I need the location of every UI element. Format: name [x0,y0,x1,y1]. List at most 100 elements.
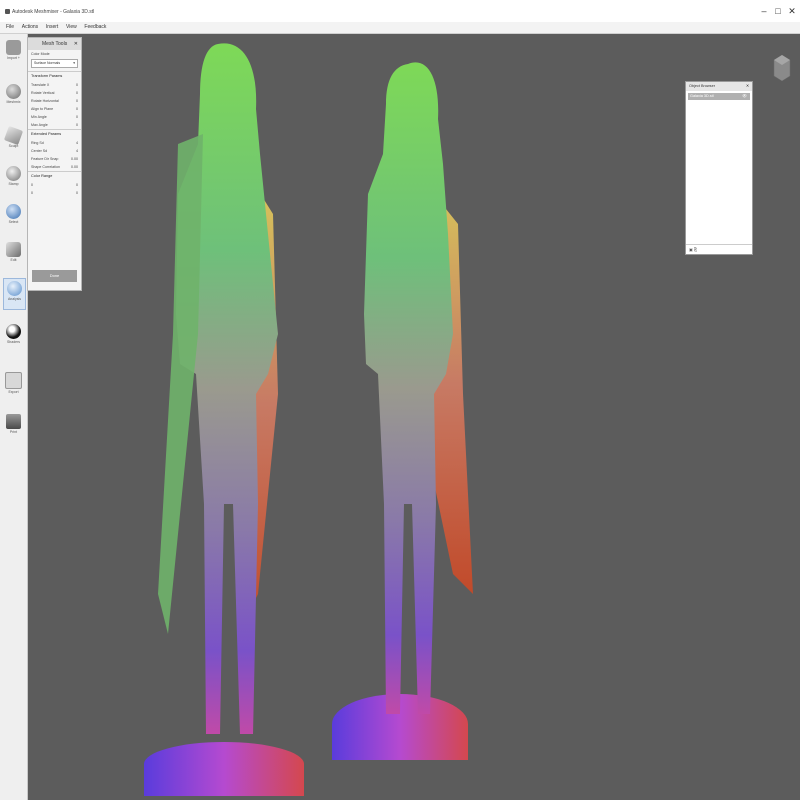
color-mode-select[interactable]: Surface Normals ▾ [31,59,78,68]
param-value[interactable]: 0 [76,121,78,129]
tool-meshmix[interactable]: Meshmix [3,82,24,112]
param-label: Ring Sd [31,141,44,145]
param-value[interactable]: 0 [76,89,78,97]
param-label: Rotate Horizontal [31,99,59,103]
done-button[interactable]: Done [32,270,77,282]
param-label: 0 [31,191,33,195]
param-label: Center Sd [31,149,48,153]
tool-label: Export [8,390,19,394]
model-left [144,43,304,796]
color-mode-value: Surface Normals [34,61,61,65]
tool-label: Analysis [7,297,22,301]
param-row[interactable]: Align to Plane 0 [28,105,81,113]
maximize-button[interactable]: □ [771,6,785,16]
tool-select[interactable]: Select [3,202,24,232]
tool-print[interactable]: Print [3,412,24,442]
print-icon [6,414,21,429]
tool-export[interactable]: Export [3,370,24,400]
param-row[interactable]: Translate X 0 [28,81,81,89]
edit-icon [6,242,21,257]
panel-close-button[interactable]: ✕ [74,38,78,50]
shaders-icon [6,324,21,339]
param-label: 0 [31,183,33,187]
section-title: Extended Params [28,129,81,139]
object-browser-close-button[interactable]: ✕ [746,82,749,91]
param-row[interactable]: 00 [28,189,81,197]
param-label: Rotate Vertical [31,91,55,95]
object-name: Galaxia 3D.stl [690,94,714,98]
tool-label: Select [8,220,19,224]
panel-header: Mesh Tools ✕ [28,38,81,50]
tool-label: Meshmix [6,100,21,104]
tool-label: Sculpt [8,144,19,148]
tool-import[interactable]: Import + [3,38,24,68]
tool-analysis[interactable]: Analysis [3,278,26,310]
param-label: Max Angle [31,123,48,127]
section-title: Transform Params [28,71,81,81]
object-browser-header: Object Browser ✕ [686,82,752,91]
param-value[interactable]: 0 [76,97,78,105]
menu-file[interactable]: File [6,22,14,33]
list-item[interactable]: Galaxia 3D.stl 👁 [688,93,750,100]
tool-label: Stamp [8,182,19,186]
tool-sculpt[interactable]: Sculpt [3,125,24,156]
tool-shaders[interactable]: Shaders [3,322,24,352]
close-button[interactable]: ✕ [785,6,799,16]
param-label: Min Angle [31,115,47,119]
param-label: Align to Plane [31,107,54,111]
panel-title: Mesh Tools [42,41,68,47]
param-value[interactable]: 0 [76,81,78,89]
param-value[interactable]: 0 [76,189,78,197]
menu-bar: File Actions Insert View Feedback [0,22,800,34]
menu-feedback[interactable]: Feedback [84,22,106,33]
sleeve-left [158,134,203,634]
tool-stamp[interactable]: Stamp [3,164,24,194]
window-title: Autodesk Meshmixer - Galaxia 3D.stl [12,9,95,15]
model-right [332,62,473,760]
param-row[interactable]: Max Angle 0 [28,121,81,129]
analysis-icon [7,281,22,296]
param-row[interactable]: Rotate Vertical 0 [28,89,81,97]
param-label: Shape Correlation [31,165,60,169]
chevron-down-icon: ▾ [73,61,75,65]
param-row[interactable]: Center Sd 4 [28,147,81,155]
section-title: Color Range [28,171,81,181]
visibility-icon[interactable]: 👁 [742,93,747,100]
sculpt-icon [3,125,24,146]
param-value[interactable]: 4 [76,147,78,155]
menu-actions[interactable]: Actions [22,22,38,33]
object-browser-actions[interactable]: ▣ ⎘ [686,247,697,252]
base-left-side [144,764,304,796]
param-value[interactable]: 4 [76,139,78,147]
mesh-tools-panel: Mesh Tools ✕ Color Mode Surface Normals … [27,37,82,291]
select-icon [6,204,21,219]
tool-label: Print [9,430,18,434]
meshmix-icon [6,84,21,99]
param-value[interactable]: 0.00 [71,163,78,171]
param-row[interactable]: Min Angle 0 [28,113,81,121]
menu-insert[interactable]: Insert [46,22,59,33]
param-row[interactable]: Ring Sd 4 [28,139,81,147]
param-value[interactable]: 0 [76,105,78,113]
param-label: Translate X [31,83,50,87]
tool-label: Edit [10,258,17,262]
stamp-icon [6,166,21,181]
param-value[interactable]: 0 [76,113,78,121]
export-icon [5,372,22,389]
view-cube[interactable] [772,52,792,82]
base-right-side [332,724,468,760]
minimize-button[interactable]: – [757,6,771,16]
tool-label: Import + [7,56,20,60]
param-row[interactable]: Shape Correlation 0.00 [28,163,81,171]
param-row[interactable]: Feature Dir Snap 0.00 [28,155,81,163]
menu-view[interactable]: View [66,22,77,33]
param-row[interactable]: 00 [28,181,81,189]
import-icon [6,40,21,55]
param-value[interactable]: 0 [76,181,78,189]
tool-edit[interactable]: Edit [3,240,24,270]
object-browser-footer: ▣ ⎘ [686,244,752,254]
tool-sidebar: Import + Meshmix Sculpt Stamp Select Edi… [0,34,28,800]
param-row[interactable]: Rotate Horizontal 0 [28,97,81,105]
title-bar: Autodesk Meshmixer - Galaxia 3D.stl – □ … [0,0,800,22]
param-value[interactable]: 0.00 [71,155,78,163]
